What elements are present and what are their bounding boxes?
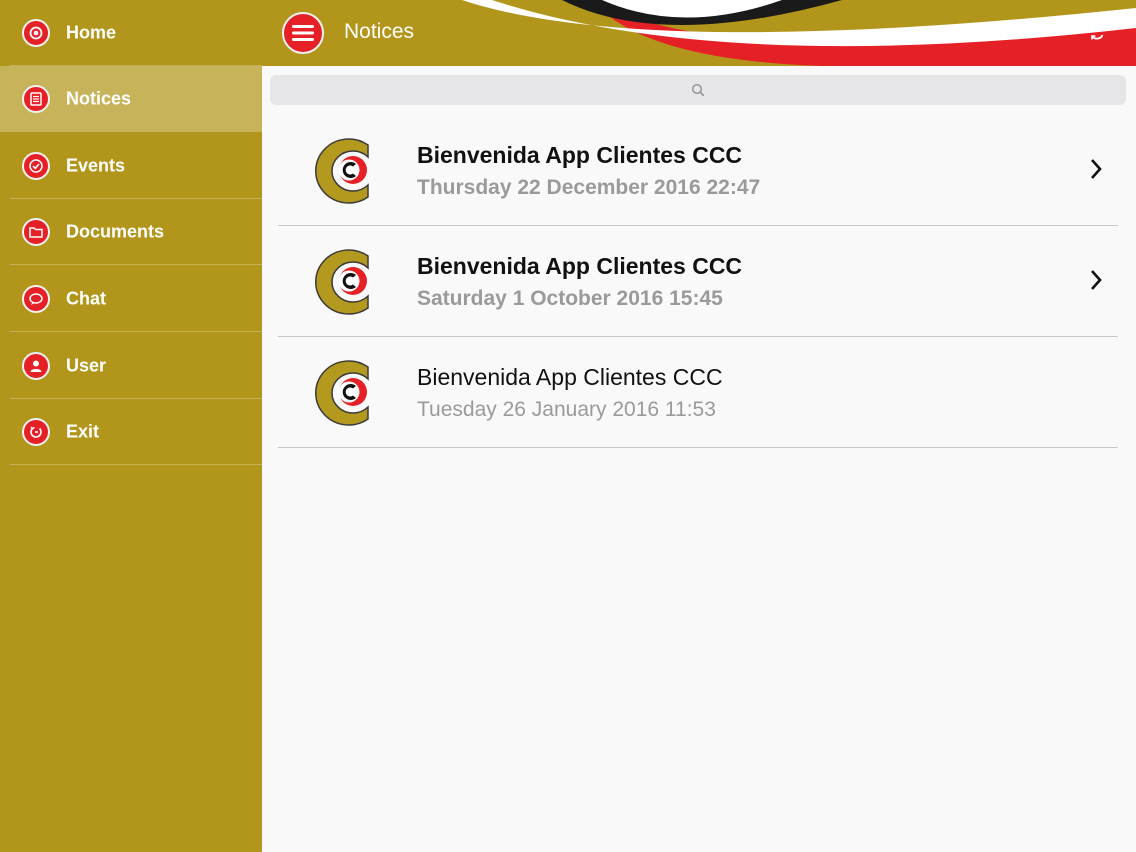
notice-title: Bienvenida App Clientes CCC: [417, 364, 723, 390]
search-icon: [691, 83, 705, 97]
sidebar: Home Notices Events Documents Chat User: [0, 0, 262, 852]
sidebar-item-home[interactable]: Home: [0, 0, 262, 66]
sidebar-item-label: Events: [66, 155, 126, 176]
notice-date: Tuesday 26 January 2016 11:53: [417, 398, 716, 421]
sidebar-item-events[interactable]: Events: [0, 133, 262, 199]
sidebar-item-notices[interactable]: Notices: [0, 66, 262, 132]
sidebar-item-documents[interactable]: Documents: [0, 199, 262, 265]
events-icon: [22, 152, 50, 180]
home-icon: [22, 19, 50, 47]
sidebar-item-exit[interactable]: Exit: [0, 399, 262, 465]
notices-list-panel: Bienvenida App Clientes CCC Thursday 22 …: [262, 66, 1136, 852]
hamburger-menu-icon: [292, 25, 314, 41]
menu-button[interactable]: [282, 12, 324, 54]
list-item[interactable]: Bienvenida App Clientes CCC Tuesday 26 J…: [278, 337, 1118, 448]
sidebar-item-chat[interactable]: Chat: [0, 266, 262, 332]
header-bar: Notices: [262, 0, 1136, 66]
sidebar-item-label: Notices: [66, 88, 132, 109]
sidebar-item-label: Documents: [66, 221, 165, 242]
sidebar-item-label: Home: [66, 22, 117, 43]
chevron-right-icon: [1091, 159, 1102, 179]
sidebar-item-user[interactable]: User: [0, 333, 262, 399]
ccc-logo-icon: [315, 360, 369, 426]
user-icon: [22, 352, 50, 380]
notices-icon: [22, 85, 50, 113]
notice-title: Bienvenida App Clientes CCC: [417, 142, 743, 168]
page-title: Notices: [344, 20, 415, 43]
sidebar-item-label: User: [66, 355, 107, 376]
list-item[interactable]: Bienvenida App Clientes CCC Saturday 1 O…: [278, 226, 1118, 337]
notice-date: Thursday 22 December 2016 22:47: [417, 176, 761, 199]
refresh-icon[interactable]: [1088, 24, 1106, 42]
exit-icon: [22, 418, 50, 446]
ccc-logo-icon: [315, 249, 369, 315]
divider: [10, 464, 262, 465]
ccc-logo-icon: [315, 138, 369, 204]
documents-icon: [22, 218, 50, 246]
divider: [10, 331, 262, 332]
list-item[interactable]: Bienvenida App Clientes CCC Thursday 22 …: [278, 115, 1118, 226]
chevron-right-icon: [1091, 270, 1102, 290]
divider: [10, 264, 262, 265]
search-bar[interactable]: [270, 75, 1126, 105]
notice-title: Bienvenida App Clientes CCC: [417, 253, 743, 279]
sidebar-item-label: Exit: [66, 421, 100, 442]
sidebar-item-label: Chat: [66, 288, 106, 309]
notice-date: Saturday 1 October 2016 15:45: [417, 287, 723, 310]
chat-icon: [22, 285, 50, 313]
